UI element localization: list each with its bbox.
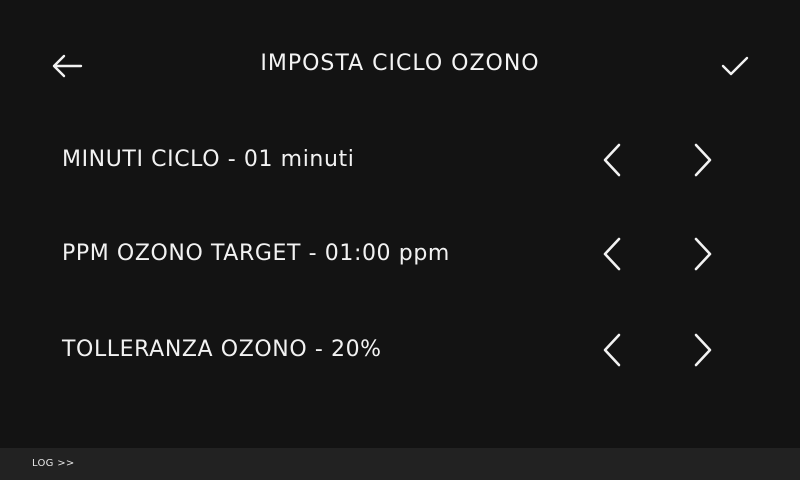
setting-label: PPM OZONO TARGET - 01:00 ppm (62, 241, 450, 266)
page-title: IMPOSTA CICLO OZONO (260, 51, 540, 76)
decrease-button[interactable] (592, 232, 632, 276)
setting-label: MINUTI CICLO - 01 minuti (62, 147, 355, 172)
setting-row-ppm-ozono-target: PPM OZONO TARGET - 01:00 ppm (0, 224, 800, 284)
footer-bar: LOG >> (0, 448, 800, 480)
confirm-button[interactable] (714, 46, 756, 86)
back-button[interactable] (46, 46, 88, 86)
chevron-left-icon (601, 236, 623, 272)
chevron-right-icon (692, 332, 714, 368)
increase-button[interactable] (683, 138, 723, 182)
chevron-left-icon (601, 332, 623, 368)
header: IMPOSTA CICLO OZONO (0, 40, 800, 90)
decrease-button[interactable] (592, 328, 632, 372)
setting-row-minuti-ciclo: MINUTI CICLO - 01 minuti (0, 130, 800, 190)
chevron-right-icon (692, 236, 714, 272)
chevron-right-icon (692, 142, 714, 178)
chevron-left-icon (601, 142, 623, 178)
increase-button[interactable] (683, 232, 723, 276)
settings-screen: IMPOSTA CICLO OZONO MINUTI CICLO - 01 mi… (0, 0, 800, 448)
setting-row-tolleranza-ozono: TOLLERANZA OZONO - 20% (0, 320, 800, 380)
decrease-button[interactable] (592, 138, 632, 182)
checkmark-icon (720, 54, 750, 78)
arrow-left-icon (50, 53, 84, 79)
setting-label: TOLLERANZA OZONO - 20% (62, 337, 382, 362)
increase-button[interactable] (683, 328, 723, 372)
log-link[interactable]: LOG >> (32, 458, 75, 470)
